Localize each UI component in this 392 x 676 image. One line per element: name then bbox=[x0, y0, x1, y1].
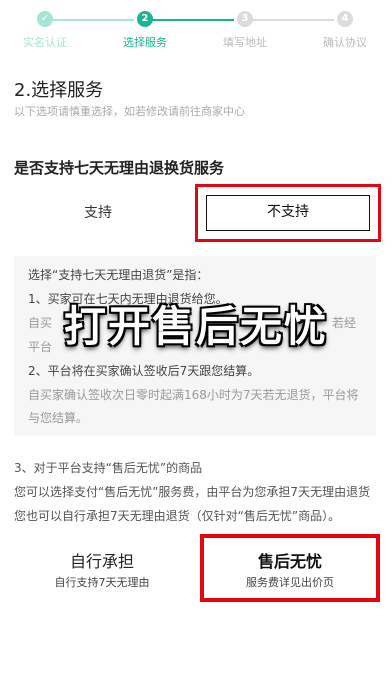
self-bear-title: 自行承担 bbox=[69, 552, 134, 571]
progress-stepper: ✓ 2 3 4 实名认证 选择服务 填写地址 确认协议 bbox=[0, 0, 392, 60]
not-support-option-button[interactable]: 不支持 bbox=[206, 195, 370, 231]
point3-title: 3、对于平台支持“售后无忧”的商品 bbox=[14, 461, 203, 475]
after-sales-worry-free-option[interactable]: 售后无忧 服务费详见出价页 bbox=[200, 534, 380, 602]
step-1-check-icon: ✓ bbox=[37, 11, 53, 27]
after-sales-title: 售后无忧 bbox=[257, 552, 322, 571]
highlight-frame: 不支持 bbox=[195, 184, 381, 242]
step-3-number: 3 bbox=[237, 11, 253, 27]
support-option-button[interactable]: 支持 bbox=[18, 196, 178, 230]
info-line-point2-detail2: 与您结算。 bbox=[28, 411, 89, 425]
self-bear-subtitle: 自行支持7天无理由 bbox=[54, 576, 150, 589]
section-subtitle: 以下选项请慎重选择，如若修改请前往商家中心 bbox=[14, 105, 245, 118]
point3-line3: 您也可以自行承担7天无理由退货（仅针对“售后无忧”商品）。 bbox=[14, 509, 341, 523]
info-line-intro: 选择“支持七天无理由退货”是指： bbox=[28, 268, 209, 282]
seven-day-return-options: 支持 不支持 bbox=[0, 184, 392, 242]
after-sales-options: 自行承担 自行支持7天无理由 售后无忧 服务费详见出价页 bbox=[0, 534, 392, 608]
after-sales-subtitle: 服务费详见出价页 bbox=[246, 576, 334, 589]
point3-line2: 您可以选择支付“售后无忧”服务费，由平台为您承担7天无理由退货 bbox=[14, 485, 371, 499]
step-line-2 bbox=[152, 19, 234, 21]
info-line-point2-detail: 自买家确认签收次日零时起满168小时为7天若无退货，平台将 bbox=[28, 388, 359, 402]
info-line-point2: 2、平台将在买家确认签收后7天跟您结算。 bbox=[28, 364, 260, 378]
section-title: 2.选择服务 bbox=[14, 80, 104, 101]
step-4-label: 确认协议 bbox=[323, 36, 367, 49]
seven-day-return-question: 是否支持七天无理由退换货服务 bbox=[14, 159, 225, 177]
step-2-number: 2 bbox=[137, 11, 153, 27]
step-1-label: 实名认证 bbox=[23, 36, 67, 49]
step-3-label: 填写地址 bbox=[223, 36, 267, 49]
step-2-label: 选择服务 bbox=[123, 36, 167, 49]
step-4-number: 4 bbox=[337, 11, 353, 27]
step-line-3 bbox=[252, 19, 334, 21]
video-caption-overlay: 打开售后无忧 bbox=[63, 302, 328, 351]
step-line-1 bbox=[52, 19, 134, 21]
